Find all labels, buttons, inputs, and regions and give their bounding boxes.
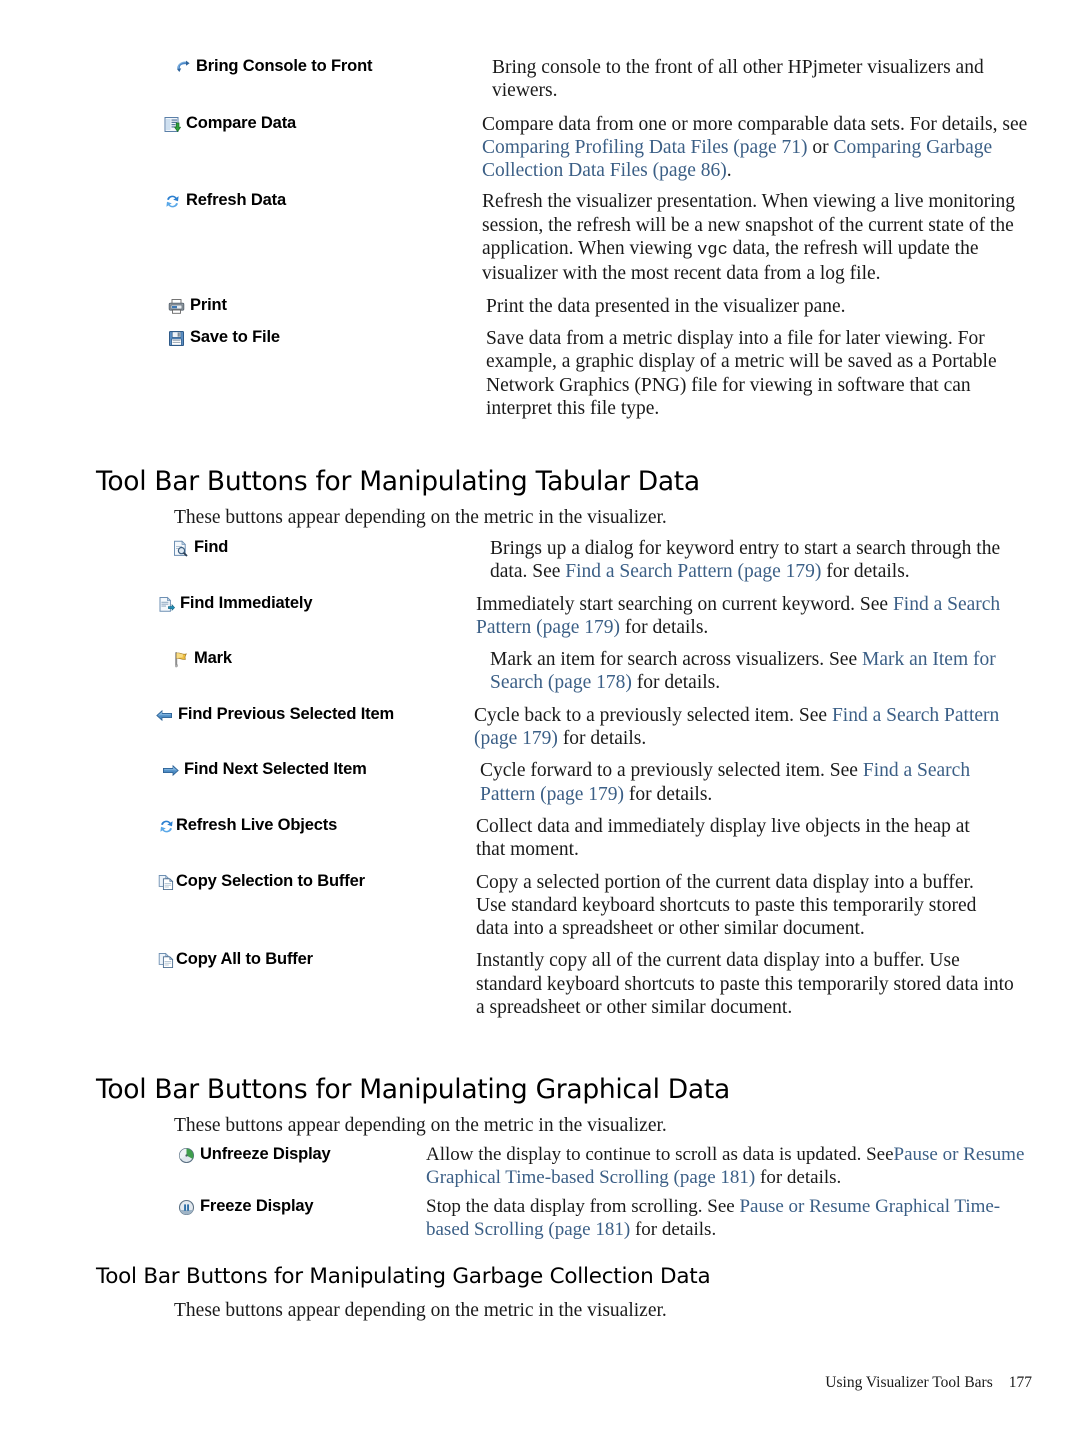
term-save-to-file: Save to File [96, 327, 486, 347]
term-label: Unfreeze Display [200, 1145, 331, 1163]
desc-unfreeze-display: Allow the display to continue to scroll … [426, 1144, 1025, 1188]
term-label: Bring Console to Front [196, 57, 373, 75]
intro-tabular-data: These buttons appear depending on the me… [174, 507, 667, 528]
save-to-file-icon [168, 330, 185, 347]
refresh-live-objects-icon [158, 818, 175, 835]
footer-chapter-title: Using Visualizer Tool Bars [825, 1374, 993, 1391]
toolbar-entry-bring-console-to-front: Bring Console to Front Bring console to … [96, 56, 1032, 103]
term-label: Find Immediately [180, 593, 313, 612]
heading-tabular-data: Tool Bar Buttons for Manipulating Tabula… [96, 466, 700, 497]
intro-garbage-collection-data: These buttons appear depending on the me… [174, 1300, 667, 1321]
toolbar-entry-find-previous-selected-item: Find Previous Selected Item Cycle back t… [96, 704, 1032, 751]
xref-find-a-search-pattern[interactable]: Find a Search Pattern (page 179) [474, 705, 999, 749]
desc-compare-data: Compare data from one or more comparable… [482, 113, 1028, 182]
unfreeze-display-icon [178, 1147, 195, 1164]
toolbar-entry-find-next-selected-item: Find Next Selected Item Cycle forward to… [96, 759, 1032, 806]
tabular-toolbar-list: Find Brings up a dialog for keyword entr… [96, 537, 1032, 1028]
intro-graphical-data: These buttons appear depending on the me… [174, 1115, 667, 1136]
desc-find-immediately: Immediately start searching on current k… [476, 593, 1001, 638]
page-footer: Using Visualizer Tool Bars 177 [825, 1374, 1032, 1392]
xref-find-a-search-pattern[interactable]: Find a Search Pattern (page 179) [480, 760, 970, 804]
term-compare-data: Compare Data [96, 113, 482, 133]
heading-graphical-data: Tool Bar Buttons for Manipulating Graphi… [96, 1074, 730, 1105]
term-refresh-live-objects: Refresh Live Objects [96, 815, 476, 835]
term-label: Find Previous Selected Item [178, 704, 395, 723]
toolbar-entry-find: Find Brings up a dialog for keyword entr… [96, 537, 1032, 584]
term-find-previous-selected-item: Find Previous Selected Item [96, 704, 474, 724]
term-label: Save to File [190, 327, 280, 346]
term-label: Find [194, 538, 229, 556]
term-copy-selection-to-buffer: Copy Selection to Buffer [96, 871, 476, 891]
graphical-toolbar-list: Unfreeze Display Allow the display to co… [96, 1144, 1032, 1250]
xref-mark-an-item-for-search[interactable]: Mark an Item for Search (page 178) [490, 649, 996, 693]
code-vgc: vgc [697, 241, 728, 261]
toolbar-entry-unfreeze-display: Unfreeze Display Allow the display to co… [96, 1144, 1032, 1189]
desc-refresh-live-objects: Collect data and immediately display liv… [476, 815, 970, 861]
xref-comparing-profiling-data-files[interactable]: Comparing Profiling Data Files (page 71) [482, 137, 807, 158]
term-print: Print [96, 295, 486, 315]
term-refresh-data: Refresh Data [96, 190, 482, 210]
term-copy-all-to-buffer: Copy All to Buffer [96, 949, 476, 969]
term-find-immediately: Find Immediately [96, 593, 476, 613]
xref-pause-or-resume-scrolling[interactable]: Pause or Resume Graphical Time-based Scr… [426, 1196, 1000, 1240]
toolbar-entry-refresh-data: Refresh Data Refresh the visualizer pres… [96, 190, 1032, 285]
desc-refresh-data: Refresh the visualizer presentation. Whe… [482, 191, 1016, 285]
freeze-display-icon [178, 1199, 195, 1216]
desc-copy-selection-to-buffer: Copy a selected portion of the current d… [476, 871, 977, 940]
desc-bring-console-to-front: Bring console to the front of all other … [492, 57, 984, 102]
toolbar-entry-refresh-live-objects: Refresh Live Objects Collect data and im… [96, 815, 1032, 862]
term-find-next-selected-item: Find Next Selected Item [96, 759, 480, 779]
term-unfreeze-display: Unfreeze Display [96, 1144, 426, 1164]
term-label: Copy All to Buffer [176, 950, 313, 969]
term-label: Print [190, 295, 227, 314]
footer-page-number: 177 [1008, 1374, 1032, 1391]
term-label: Mark [194, 649, 232, 668]
term-find: Find [96, 537, 490, 557]
term-label: Refresh Data [186, 191, 286, 210]
term-label: Freeze Display [200, 1197, 314, 1215]
copy-all-icon [158, 952, 175, 969]
heading-garbage-collection-data: Tool Bar Buttons for Manipulating Garbag… [96, 1264, 711, 1289]
desc-save-to-file: Save data from a metric display into a f… [486, 327, 997, 419]
desc-mark: Mark an item for search across visualize… [490, 649, 996, 694]
xref-find-a-search-pattern[interactable]: Find a Search Pattern (page 179) [565, 561, 821, 582]
term-freeze-display: Freeze Display [96, 1196, 426, 1216]
term-label: Copy Selection to Buffer [176, 871, 365, 890]
mark-flag-icon [172, 651, 189, 668]
xref-find-a-search-pattern[interactable]: Find a Search Pattern (page 179) [476, 594, 1000, 638]
toolbar-entry-copy-selection-to-buffer: Copy Selection to Buffer Copy a selected… [96, 871, 1032, 941]
console-toolbar-list: Bring Console to Front Bring console to … [96, 56, 1032, 429]
toolbar-entry-freeze-display: Freeze Display Stop the data display fro… [96, 1196, 1032, 1241]
desc-freeze-display: Stop the data display from scrolling. Se… [426, 1196, 1001, 1240]
print-icon [168, 298, 185, 315]
arrow-left-icon [156, 707, 173, 724]
compare-data-icon [164, 116, 181, 133]
desc-find-next-selected-item: Cycle forward to a previously selected i… [480, 760, 971, 805]
refresh-data-icon [164, 193, 181, 210]
toolbar-entry-save-to-file: Save to File Save data from a metric dis… [96, 327, 1032, 420]
term-label: Compare Data [186, 113, 297, 132]
desc-print: Print the data presented in the visualiz… [486, 295, 846, 317]
copy-selection-icon [158, 874, 175, 891]
toolbar-entry-copy-all-to-buffer: Copy All to Buffer Instantly copy all of… [96, 949, 1032, 1019]
bring-to-front-icon [174, 59, 191, 76]
term-bring-console-to-front: Bring Console to Front [96, 56, 492, 76]
term-label: Find Next Selected Item [184, 760, 367, 779]
arrow-right-icon [162, 762, 179, 779]
toolbar-entry-print: Print Print the data presented in the vi… [96, 295, 1032, 318]
desc-copy-all-to-buffer: Instantly copy all of the current data d… [476, 950, 1014, 1019]
toolbar-entry-find-immediately: Find Immediately Immediately start searc… [96, 593, 1032, 640]
term-mark: Mark [96, 648, 490, 668]
find-icon [172, 540, 189, 557]
desc-find: Brings up a dialog for keyword entry to … [490, 538, 1001, 583]
xref-pause-or-resume-scrolling[interactable]: Pause or Resume Graphical Time-based Scr… [426, 1144, 1024, 1188]
find-immediately-icon [158, 596, 175, 613]
toolbar-entry-compare-data: Compare Data Compare data from one or mo… [96, 113, 1032, 183]
desc-find-previous-selected-item: Cycle back to a previously selected item… [474, 704, 1000, 750]
term-label: Refresh Live Objects [176, 815, 338, 834]
document-page: Bring Console to Front Bring console to … [0, 0, 1080, 1438]
toolbar-entry-mark: Mark Mark an item for search across visu… [96, 648, 1032, 695]
